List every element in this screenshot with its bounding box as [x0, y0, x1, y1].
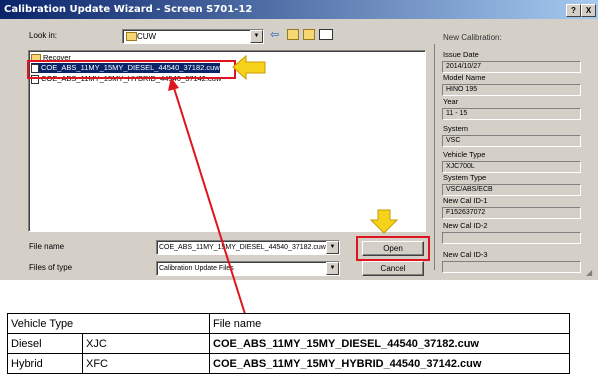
table-header-row: Vehicle Type File name: [7, 313, 570, 334]
file-name-cell: COE_ABS_11MY_15MY_HYBRID_44540_37142.cuw: [209, 353, 570, 374]
table-row: Hybrid XFC COE_ABS_11MY_15MY_HYBRID_4454…: [7, 353, 570, 374]
vehicle-file-table: Vehicle Type File name Diesel XJC COE_AB…: [7, 313, 570, 374]
vehicle-code-cell: XFC: [82, 353, 210, 374]
column-header-vehicle-type: Vehicle Type: [7, 313, 210, 334]
table-row: Diesel XJC COE_ABS_11MY_15MY_DIESEL_4454…: [7, 333, 570, 354]
file-name-cell: COE_ABS_11MY_15MY_DIESEL_44540_37182.cuw: [209, 333, 570, 354]
yellow-down-arrow-icon: [369, 209, 399, 234]
vehicle-type-cell: Diesel: [7, 333, 83, 354]
yellow-left-arrow-icon: [232, 54, 266, 81]
vehicle-type-cell: Hybrid: [7, 353, 83, 374]
vehicle-code-cell: XJC: [82, 333, 210, 354]
red-pointer-line: [173, 87, 246, 315]
column-header-file-name: File name: [209, 313, 570, 334]
red-arrowhead-icon: [168, 77, 179, 91]
